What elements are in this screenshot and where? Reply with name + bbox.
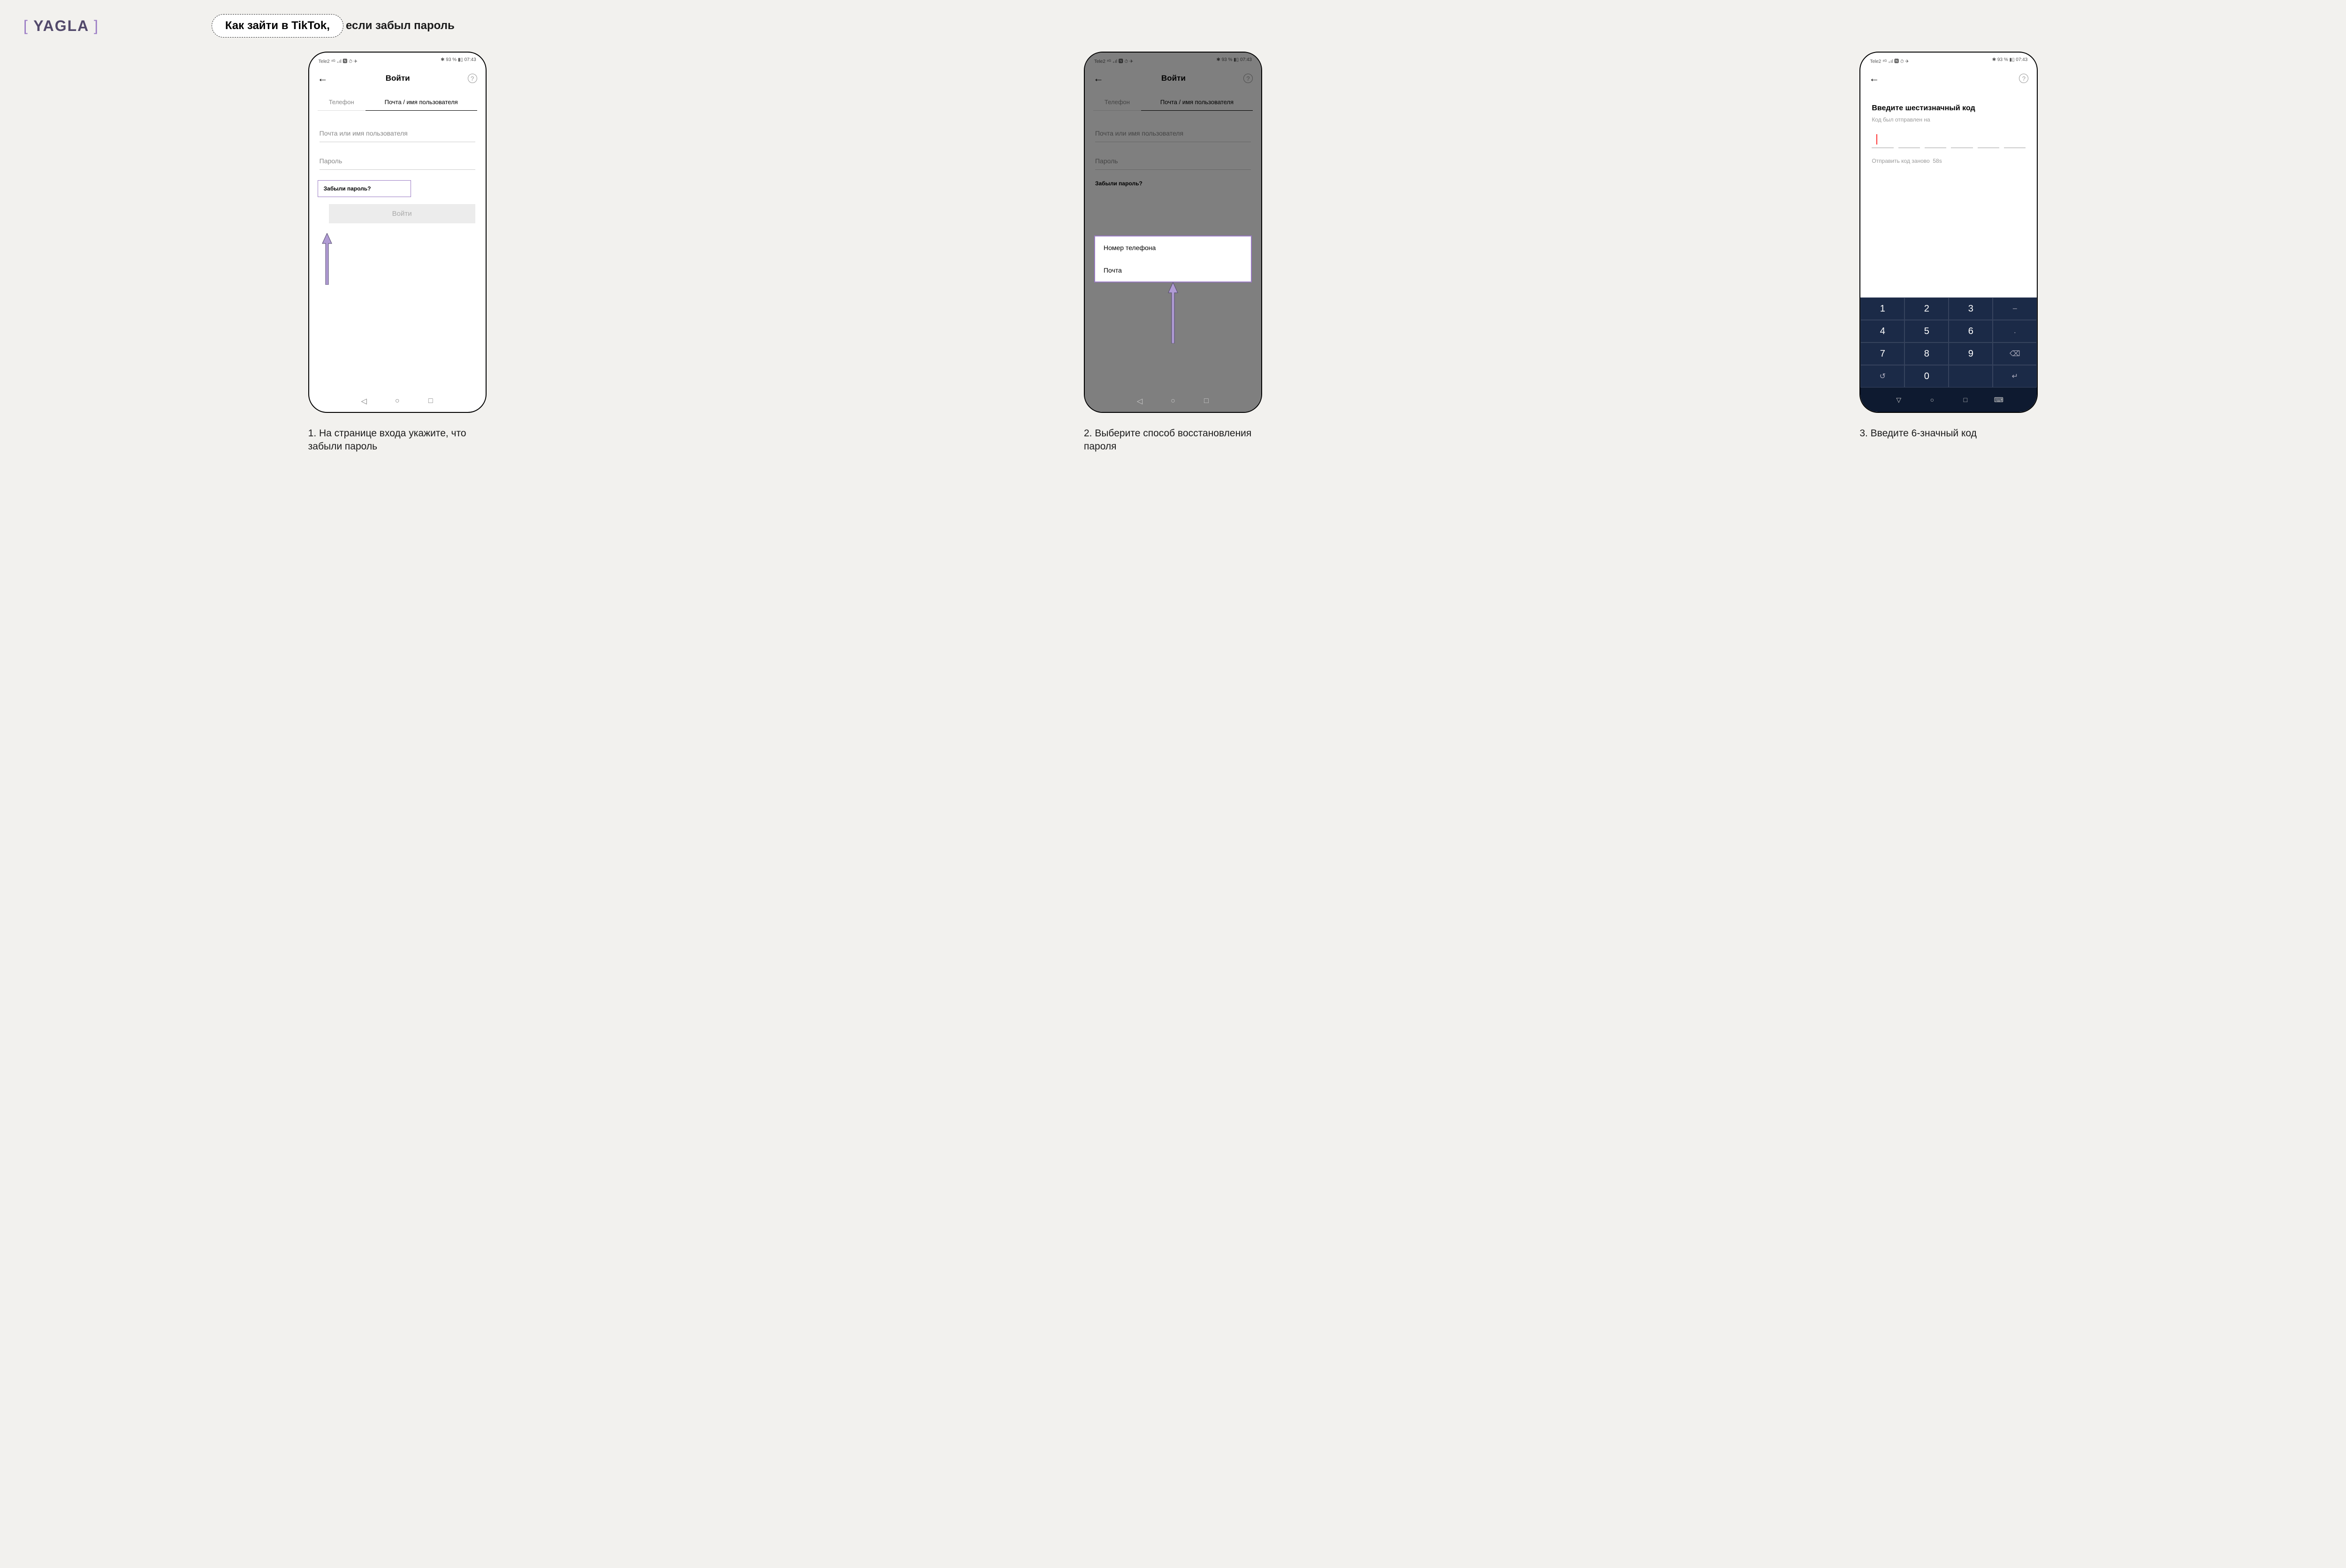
logo-text: YAGLA [33,17,89,34]
caption-1: 1. На странице входа укажите, что забыли… [308,427,487,454]
help-icon[interactable]: ? [468,74,477,83]
forgot-password-link[interactable]: Забыли пароль? [318,180,411,197]
password-field[interactable]: Пароль [320,152,475,170]
key-1[interactable]: 1 [1860,297,1904,320]
nav-recent-icon[interactable]: □ [1203,397,1210,405]
phones-row: Tele2 ⁴ᴳ ₊ıl 🅽 ⏱ ✈ ✱ 93 % ▮▯ 07:43 ← Вой… [23,52,2323,454]
bracket-close: ] [94,17,99,34]
key-dash[interactable]: – [1993,297,2037,320]
key-space[interactable] [1949,365,1993,388]
key-0[interactable]: 0 [1904,365,1949,388]
code-slot-4[interactable] [1951,134,1973,148]
key-5[interactable]: 5 [1904,320,1949,343]
code-slot-5[interactable] [1978,134,1999,148]
key-backspace-icon[interactable]: ⌫ [1993,343,2037,365]
nav-home-icon[interactable]: ○ [1169,397,1177,405]
recover-by-email[interactable]: Почта [1095,259,1251,282]
highlight-arrow-icon [321,233,333,285]
code-title: Введите шестизначный код [1872,104,2026,113]
key-enter-icon[interactable]: ↵ [1993,365,2037,388]
nav-back-icon[interactable]: ◁ [1136,397,1143,405]
phone-2: Tele2 ⁴ᴳ ₊ıl 🅽 ⏱ ✈ ✱ 93 % ▮▯ 07:43 ← Вой… [1084,52,1262,413]
nav-recent-icon[interactable]: □ [427,397,434,405]
status-left: Tele2 ⁴ᴳ ₊ıl 🅽 ⏱ ✈ [319,57,358,64]
phone-3: Tele2 ⁴ᴳ ₊ıl 🅽 ⏱ ✈ ✱ 93 % ▮▯ 07:43 ← ? В… [1859,52,2038,413]
back-icon[interactable]: ← [318,72,328,84]
screen-header: ← ? [1860,67,2037,90]
step-3-col: Tele2 ⁴ᴳ ₊ıl 🅽 ⏱ ✈ ✱ 93 % ▮▯ 07:43 ← ? В… [1575,52,2323,454]
code-slots[interactable] [1872,134,2026,148]
logo: [ YAGLA ] [23,17,99,35]
highlight-arrow-icon [1167,282,1179,346]
login-button[interactable]: Войти [329,204,475,223]
nav-keyboard-icon[interactable]: ⌨ [1995,396,2003,403]
bracket-open: [ [23,17,29,34]
screen-header: ← Войти ? [309,67,486,90]
nav-back-icon[interactable]: ▽ [1895,396,1903,403]
step-1-col: Tele2 ⁴ᴳ ₊ıl 🅽 ⏱ ✈ ✱ 93 % ▮▯ 07:43 ← Вой… [23,52,771,454]
code-slot-2[interactable] [1898,134,1920,148]
status-left: Tele2 ⁴ᴳ ₊ıl 🅽 ⏱ ✈ [1870,57,1909,64]
key-3[interactable]: 3 [1949,297,1993,320]
recovery-popup: Номер телефона Почта [1094,236,1252,282]
key-8[interactable]: 8 [1904,343,1949,365]
key-9[interactable]: 9 [1949,343,1993,365]
caption-3: 3. Введите 6-значный код [1859,427,2038,440]
phone-1: Tele2 ⁴ᴳ ₊ıl 🅽 ⏱ ✈ ✱ 93 % ▮▯ 07:43 ← Вой… [308,52,487,413]
status-bar: Tele2 ⁴ᴳ ₊ıl 🅽 ⏱ ✈ ✱ 93 % ▮▯ 07:43 [309,53,486,67]
step-2-col: Tele2 ⁴ᴳ ₊ıl 🅽 ⏱ ✈ ✱ 93 % ▮▯ 07:43 ← Вой… [799,52,1546,454]
back-icon[interactable]: ← [1869,72,1879,84]
code-entry: Введите шестизначный код Код был отправл… [1860,90,2037,164]
status-right: ✱ 93 % ▮▯ 07:43 [1992,57,2028,64]
title-rest: если забыл пароль [346,19,455,32]
login-tabs: Телефон Почта / имя пользователя [309,94,486,111]
android-nav: ◁ ○ □ [309,397,486,405]
tab-phone[interactable]: Телефон [318,94,366,111]
status-bar: Tele2 ⁴ᴳ ₊ıl 🅽 ⏱ ✈ ✱ 93 % ▮▯ 07:43 [1860,53,2037,67]
tab-email[interactable]: Почта / имя пользователя [366,94,477,111]
screen-title: Войти [386,74,410,83]
key-7[interactable]: 7 [1860,343,1904,365]
username-field[interactable]: Почта или имя пользователя [320,125,475,142]
status-right: ✱ 93 % ▮▯ 07:43 [441,57,476,64]
code-slot-6[interactable] [2004,134,2026,148]
nav-recent-icon[interactable]: □ [1962,396,1969,403]
android-nav: ◁ ○ □ [1085,397,1261,405]
resend-code: Отправить код заново 58s [1872,158,2026,164]
numeric-keypad: 1 2 3 – 4 5 6 . 7 8 9 ⌫ ↺ 0 ↵ [1860,297,2037,388]
recover-by-phone[interactable]: Номер телефона [1095,236,1251,259]
code-subtitle: Код был отправлен на [1872,116,2026,123]
code-slot-1[interactable] [1872,134,1893,148]
android-nav: ▽ ○ □ ⌨ [1860,388,2037,412]
title-pill: Как зайти в TikTok, [212,14,343,38]
caption-2: 2. Выберите способ восстановления пароля [1084,427,1262,454]
key-4[interactable]: 4 [1860,320,1904,343]
code-slot-3[interactable] [1925,134,1946,148]
help-icon[interactable]: ? [2019,74,2028,83]
header: [ YAGLA ] Как зайти в TikTok, если забыл… [23,14,2323,38]
page-title: Как зайти в TikTok, если забыл пароль [212,14,455,38]
nav-home-icon[interactable]: ○ [394,397,401,405]
nav-home-icon[interactable]: ○ [1928,396,1936,403]
key-dot[interactable]: . [1993,320,2037,343]
key-6[interactable]: 6 [1949,320,1993,343]
modal-overlay [1085,53,1261,412]
login-inputs: Почта или имя пользователя Пароль Забыли… [309,111,486,223]
nav-back-icon[interactable]: ◁ [360,397,368,405]
key-sym[interactable]: ↺ [1860,365,1904,388]
key-2[interactable]: 2 [1904,297,1949,320]
